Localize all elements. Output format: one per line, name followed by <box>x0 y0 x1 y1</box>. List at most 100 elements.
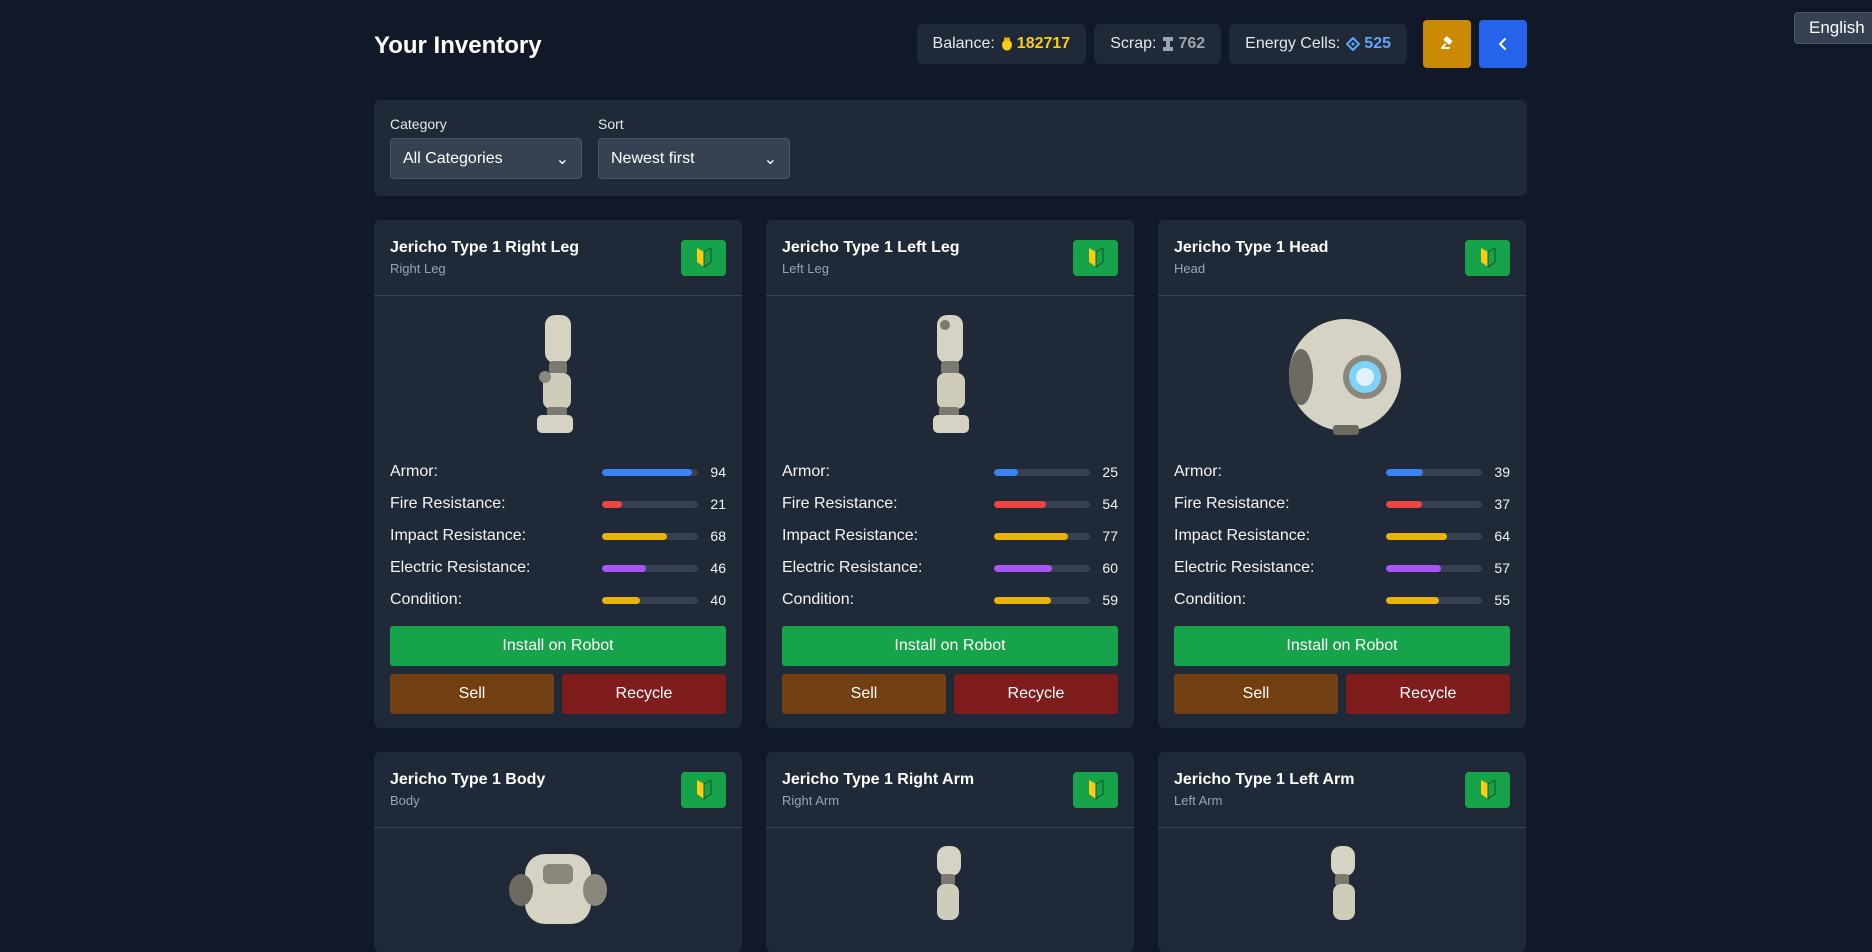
install-button[interactable]: Install on Robot <box>1174 626 1510 666</box>
fire-bar-fill <box>602 500 623 508</box>
recycle-button[interactable]: Recycle <box>562 674 726 714</box>
stat-condition: Condition: 40 <box>390 591 726 608</box>
sell-button[interactable]: Sell <box>1174 674 1338 714</box>
beginner-mark-icon <box>696 779 711 800</box>
install-button[interactable]: Install on Robot <box>782 626 1118 666</box>
stat-electric-resistance: Electric Resistance: 60 <box>782 559 1118 576</box>
sort-select[interactable]: Newest first ⌄ <box>598 138 790 179</box>
item-card: Jericho Type 1 Left Arm Left Arm <box>1158 752 1526 952</box>
armor-bar-fill <box>1386 468 1424 476</box>
condition-bar-fill <box>1386 596 1439 604</box>
fire-bar-fill <box>1386 500 1422 508</box>
head-image <box>1289 319 1401 435</box>
item-type: Left Arm <box>1174 793 1223 808</box>
page-title: Your Inventory <box>374 32 542 59</box>
stat-electric-resistance: Electric Resistance: 46 <box>390 559 726 576</box>
item-name: Jericho Type 1 Right Arm <box>782 771 975 788</box>
item-type: Body <box>390 793 420 808</box>
stat-armor: Armor: 25 <box>782 463 1118 480</box>
install-button[interactable]: Install on Robot <box>390 626 726 666</box>
electric-bar-fill <box>1386 564 1441 572</box>
stat-fire-resistance: Fire Resistance: 37 <box>1174 495 1510 512</box>
item-card: Jericho Type 1 Body Body <box>374 752 742 952</box>
beginner-badge[interactable] <box>1073 771 1118 808</box>
item-card: Jericho Type 1 Right Arm Right Arm <box>766 752 1134 952</box>
item-name: Jericho Type 1 Body <box>390 771 546 788</box>
beginner-mark-icon <box>1088 247 1103 268</box>
sort-value: Newest first <box>611 149 695 167</box>
fire-bar-fill <box>994 500 1046 508</box>
gavel-icon <box>1441 36 1453 49</box>
stat-impact-resistance: Impact Resistance: 68 <box>390 527 726 544</box>
beginner-badge[interactable] <box>1465 771 1510 808</box>
auction-button[interactable] <box>1423 20 1471 68</box>
beginner-badge[interactable] <box>681 771 726 808</box>
stat-fire-resistance: Fire Resistance: 54 <box>782 495 1118 512</box>
language-select[interactable]: English ⌄ <box>1794 12 1872 44</box>
back-button[interactable] <box>1479 20 1527 68</box>
item-type: Left Leg <box>782 261 829 276</box>
inventory-page: Your Inventory Balance: 182717 Scrap: 76… <box>374 0 1527 952</box>
scrap-icon <box>1163 37 1174 51</box>
stat-condition: Condition: 55 <box>1174 591 1510 608</box>
beginner-mark-icon <box>696 247 711 268</box>
stat-armor: Armor: 94 <box>390 463 726 480</box>
electric-bar-fill <box>994 564 1052 572</box>
scrap-value: 762 <box>1178 35 1206 52</box>
right-arm-image <box>937 846 961 920</box>
category-value: All Categories <box>403 149 503 167</box>
item-type: Head <box>1174 261 1206 276</box>
energy-value: 525 <box>1364 35 1391 52</box>
category-select[interactable]: All Categories ⌄ <box>390 138 582 179</box>
impact-bar-fill <box>994 532 1068 540</box>
beginner-badge[interactable] <box>1465 239 1510 276</box>
chevron-down-icon: ⌄ <box>555 150 569 168</box>
stat-condition: Condition: 59 <box>782 591 1118 608</box>
armor-bar-fill <box>602 468 693 476</box>
left-arm-image <box>1331 846 1355 920</box>
beginner-mark-icon <box>1088 779 1103 800</box>
recycle-button[interactable]: Recycle <box>954 674 1118 714</box>
header: Your Inventory Balance: 182717 Scrap: 76… <box>374 0 1527 90</box>
beginner-mark-icon <box>1480 247 1495 268</box>
item-card: Jericho Type 1 Head Head Armor: 39 Fire … <box>1158 220 1526 728</box>
item-name: Jericho Type 1 Right Leg <box>390 239 580 256</box>
energy-badge: Energy Cells: 525 <box>1229 24 1407 64</box>
beginner-badge[interactable] <box>681 239 726 276</box>
condition-bar-fill <box>994 596 1051 604</box>
stat-fire-resistance: Fire Resistance: 21 <box>390 495 726 512</box>
impact-bar-fill <box>602 532 668 540</box>
beginner-mark-icon <box>1480 779 1495 800</box>
stat-electric-resistance: Electric Resistance: 57 <box>1174 559 1510 576</box>
sell-button[interactable]: Sell <box>782 674 946 714</box>
sell-button[interactable]: Sell <box>390 674 554 714</box>
electric-bar-fill <box>602 564 647 572</box>
coin-icon <box>1001 37 1012 51</box>
balance-label: Balance: <box>932 35 995 52</box>
item-name: Jericho Type 1 Left Arm <box>1174 771 1355 788</box>
stat-armor: Armor: 39 <box>1174 463 1510 480</box>
sort-label: Sort <box>598 116 624 132</box>
armor-bar-fill <box>994 468 1018 476</box>
right-leg-image <box>537 315 573 433</box>
item-card: Jericho Type 1 Left Leg Left Leg Armor: … <box>766 220 1134 728</box>
balance-value: 182717 <box>1016 35 1071 52</box>
item-type: Right Leg <box>390 261 446 276</box>
scrap-label: Scrap: <box>1110 35 1157 52</box>
stat-impact-resistance: Impact Resistance: 77 <box>782 527 1118 544</box>
impact-bar-fill <box>1386 532 1448 540</box>
inventory-grid: Jericho Type 1 Right Leg Right Leg Armor… <box>374 220 1527 952</box>
language-value: English <box>1809 18 1865 37</box>
item-card: Jericho Type 1 Right Leg Right Leg Armor… <box>374 220 742 728</box>
item-name: Jericho Type 1 Head <box>1174 239 1329 256</box>
balance-badge: Balance: 182717 <box>916 24 1087 64</box>
stat-impact-resistance: Impact Resistance: 64 <box>1174 527 1510 544</box>
item-type: Right Arm <box>782 793 840 808</box>
condition-bar-fill <box>602 596 641 604</box>
filter-panel: Category All Categories ⌄ Sort Newest fi… <box>374 100 1527 196</box>
body-image <box>509 854 607 924</box>
energy-label: Energy Cells: <box>1245 35 1341 52</box>
beginner-badge[interactable] <box>1073 239 1118 276</box>
recycle-button[interactable]: Recycle <box>1346 674 1510 714</box>
category-label: Category <box>390 116 447 132</box>
